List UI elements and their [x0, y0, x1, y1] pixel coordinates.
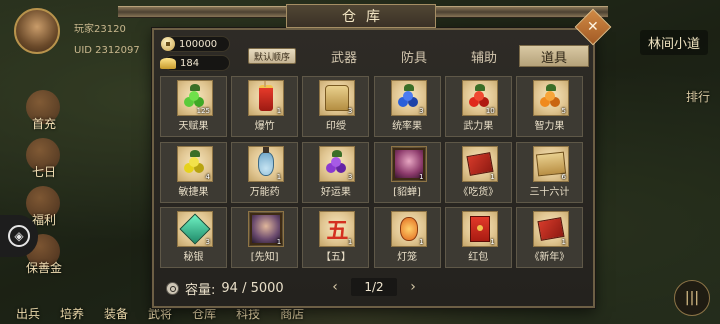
item-name: 《吃货》: [458, 186, 499, 198]
item-name: 好运果: [320, 186, 351, 198]
item-name: [貂蝉]: [393, 186, 421, 198]
red-book-icon: 1: [461, 145, 498, 182]
tab-armor[interactable]: 防具: [379, 44, 449, 68]
item-cell[interactable]: 4 敏捷果: [160, 141, 227, 203]
berry-purple-icon: 3: [319, 145, 356, 182]
tab-accessories[interactable]: 辅助: [449, 44, 519, 68]
item-cell[interactable]: 1 《吃货》: [444, 141, 512, 203]
item-cell[interactable]: 10 武力果: [444, 76, 512, 137]
scroll-icon: 6: [532, 145, 569, 182]
capacity-value: 94 / 5000: [221, 281, 284, 296]
item-cell[interactable]: 3 统率果: [373, 76, 441, 137]
next-page-icon[interactable]: ›: [407, 279, 419, 295]
first-recharge-button[interactable]: 首充: [16, 88, 72, 132]
player-uid: UID 2312097: [74, 45, 140, 56]
item-cell[interactable]: 1 爆竹: [231, 76, 299, 137]
copper-coin-icon: [161, 37, 175, 51]
item-name: 【五】: [320, 252, 351, 263]
tab-weapons[interactable]: 武器: [309, 44, 379, 68]
prophet-portrait-icon: 1: [248, 211, 285, 247]
item-name: 红包: [468, 252, 489, 263]
item-cell[interactable]: 1 [先知]: [231, 207, 299, 268]
category-tabs: 武器 防具 辅助 道具: [309, 44, 589, 68]
item-cell[interactable]: 1 《新年》: [515, 207, 583, 268]
red-envelope-icon: 1: [461, 211, 498, 247]
magnifier-icon[interactable]: [166, 282, 179, 295]
red-book-icon: 1: [532, 211, 569, 247]
player-name: 玩家23120: [74, 24, 126, 35]
gold-ingot-icon: [160, 57, 176, 69]
item-cell[interactable]: 1 [貂蝉]: [373, 141, 441, 203]
item-name: 武力果: [463, 121, 494, 132]
item-cell[interactable]: 1 万能药: [231, 141, 299, 203]
item-name: 敏捷果: [178, 186, 209, 198]
item-cell[interactable]: 125 天赋果: [160, 76, 227, 137]
close-icon: ✕: [587, 18, 599, 35]
item-cell[interactable]: 3 秘银: [160, 207, 227, 268]
berry-blue-icon: 3: [390, 80, 427, 116]
rank-button[interactable]: 排行: [686, 88, 710, 105]
five-character-icon: 五 1: [319, 211, 356, 247]
tab-items[interactable]: 道具: [519, 45, 589, 67]
item-cell[interactable]: 5 智力果: [515, 76, 583, 137]
item-name: 统率果: [392, 121, 423, 132]
item-name: 爆竹: [254, 121, 275, 132]
item-cell[interactable]: 五 1 【五】: [302, 207, 370, 268]
berry-green-icon: 125: [177, 80, 213, 116]
page-indicator: 1/2: [351, 278, 397, 296]
seven-days-button[interactable]: 七日: [16, 136, 72, 180]
capacity-display: 容量: 94 / 5000: [166, 279, 284, 298]
item-cell[interactable]: 3 好运果: [302, 141, 370, 203]
item-name: 智力果: [534, 121, 565, 132]
avatar[interactable]: [14, 8, 60, 54]
item-cell[interactable]: 1 灯笼: [373, 207, 441, 268]
mithril-gem-icon: 3: [177, 211, 213, 247]
capacity-label: 容量:: [185, 283, 216, 298]
potion-bottle-icon: 1: [248, 145, 285, 182]
menu-equip[interactable]: 装备: [104, 305, 128, 322]
firecracker-icon: 1: [248, 80, 285, 116]
menu-icon[interactable]: |||: [674, 280, 710, 316]
item-cell[interactable]: 3 印绶: [302, 76, 370, 137]
berry-orange-icon: 5: [532, 80, 569, 116]
item-name: 秘银: [183, 252, 204, 263]
location-area: 林间小道: [639, 30, 708, 55]
berry-red-icon: 10: [461, 80, 498, 116]
menu-deploy[interactable]: 出兵: [16, 305, 40, 322]
gold-currency: 184: [160, 55, 230, 71]
sort-order-button[interactable]: 默认顺序: [248, 48, 296, 64]
item-name: [先知]: [250, 252, 279, 263]
item-name: 三十六计: [529, 186, 570, 198]
item-name: 天赋果: [178, 121, 209, 132]
warehouse-panel: 100000 184 默认顺序 武器 防具 辅助 道具 125 天赋果 1 爆竹: [152, 28, 595, 308]
item-name: 灯笼: [397, 252, 418, 263]
item-name: 印绶: [325, 121, 346, 132]
pagination: ‹ 1/2 ›: [329, 278, 419, 296]
berry-yellow-icon: 4: [177, 145, 213, 182]
item-name: 万能药: [249, 186, 280, 198]
cube-icon: ◈: [8, 225, 30, 247]
lantern-icon: 1: [390, 211, 427, 247]
item-grid: 125 天赋果 1 爆竹 3 印绶 3 统率果 10 武力果 5 智力果 4 敏…: [160, 76, 583, 268]
seal-icon: 3: [319, 80, 356, 116]
item-name: 《新年》: [529, 252, 570, 263]
location-label[interactable]: 林间小道: [639, 30, 708, 55]
share-button[interactable]: ◈: [0, 215, 38, 257]
menu-train[interactable]: 培养: [60, 305, 84, 322]
item-cell[interactable]: 1 红包: [444, 207, 512, 268]
prev-page-icon[interactable]: ‹: [329, 279, 341, 295]
diaochan-portrait-icon: 1: [390, 145, 427, 182]
copper-currency: 100000: [161, 36, 230, 52]
item-cell[interactable]: 6 三十六计: [515, 141, 583, 203]
panel-title: 仓库: [286, 4, 436, 28]
